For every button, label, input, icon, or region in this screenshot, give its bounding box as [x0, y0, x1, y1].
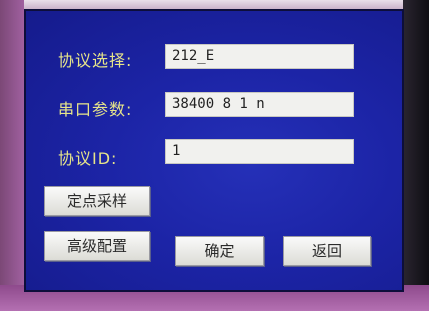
serial-params-field[interactable]: 38400 8 1 n — [165, 92, 354, 117]
serial-params-label: 串口参数: — [58, 100, 133, 119]
protocol-select-field[interactable]: 212_E — [165, 44, 354, 69]
protocol-select-label: 协议选择: — [58, 51, 133, 70]
back-button[interactable]: 返回 — [283, 236, 371, 266]
device-bezel-left — [0, 0, 24, 311]
protocol-id-label: 协议ID: — [58, 149, 118, 168]
device-bezel-right — [403, 0, 429, 311]
advanced-config-button[interactable]: 高级配置 — [44, 231, 150, 261]
confirm-button[interactable]: 确定 — [175, 236, 264, 266]
fixed-point-sampling-button[interactable]: 定点采样 — [44, 186, 150, 216]
protocol-id-field[interactable]: 1 — [165, 139, 354, 164]
lcd-screen: 协议选择: 212_E 串口参数: 38400 8 1 n 协议ID: 1 定点… — [24, 9, 404, 292]
